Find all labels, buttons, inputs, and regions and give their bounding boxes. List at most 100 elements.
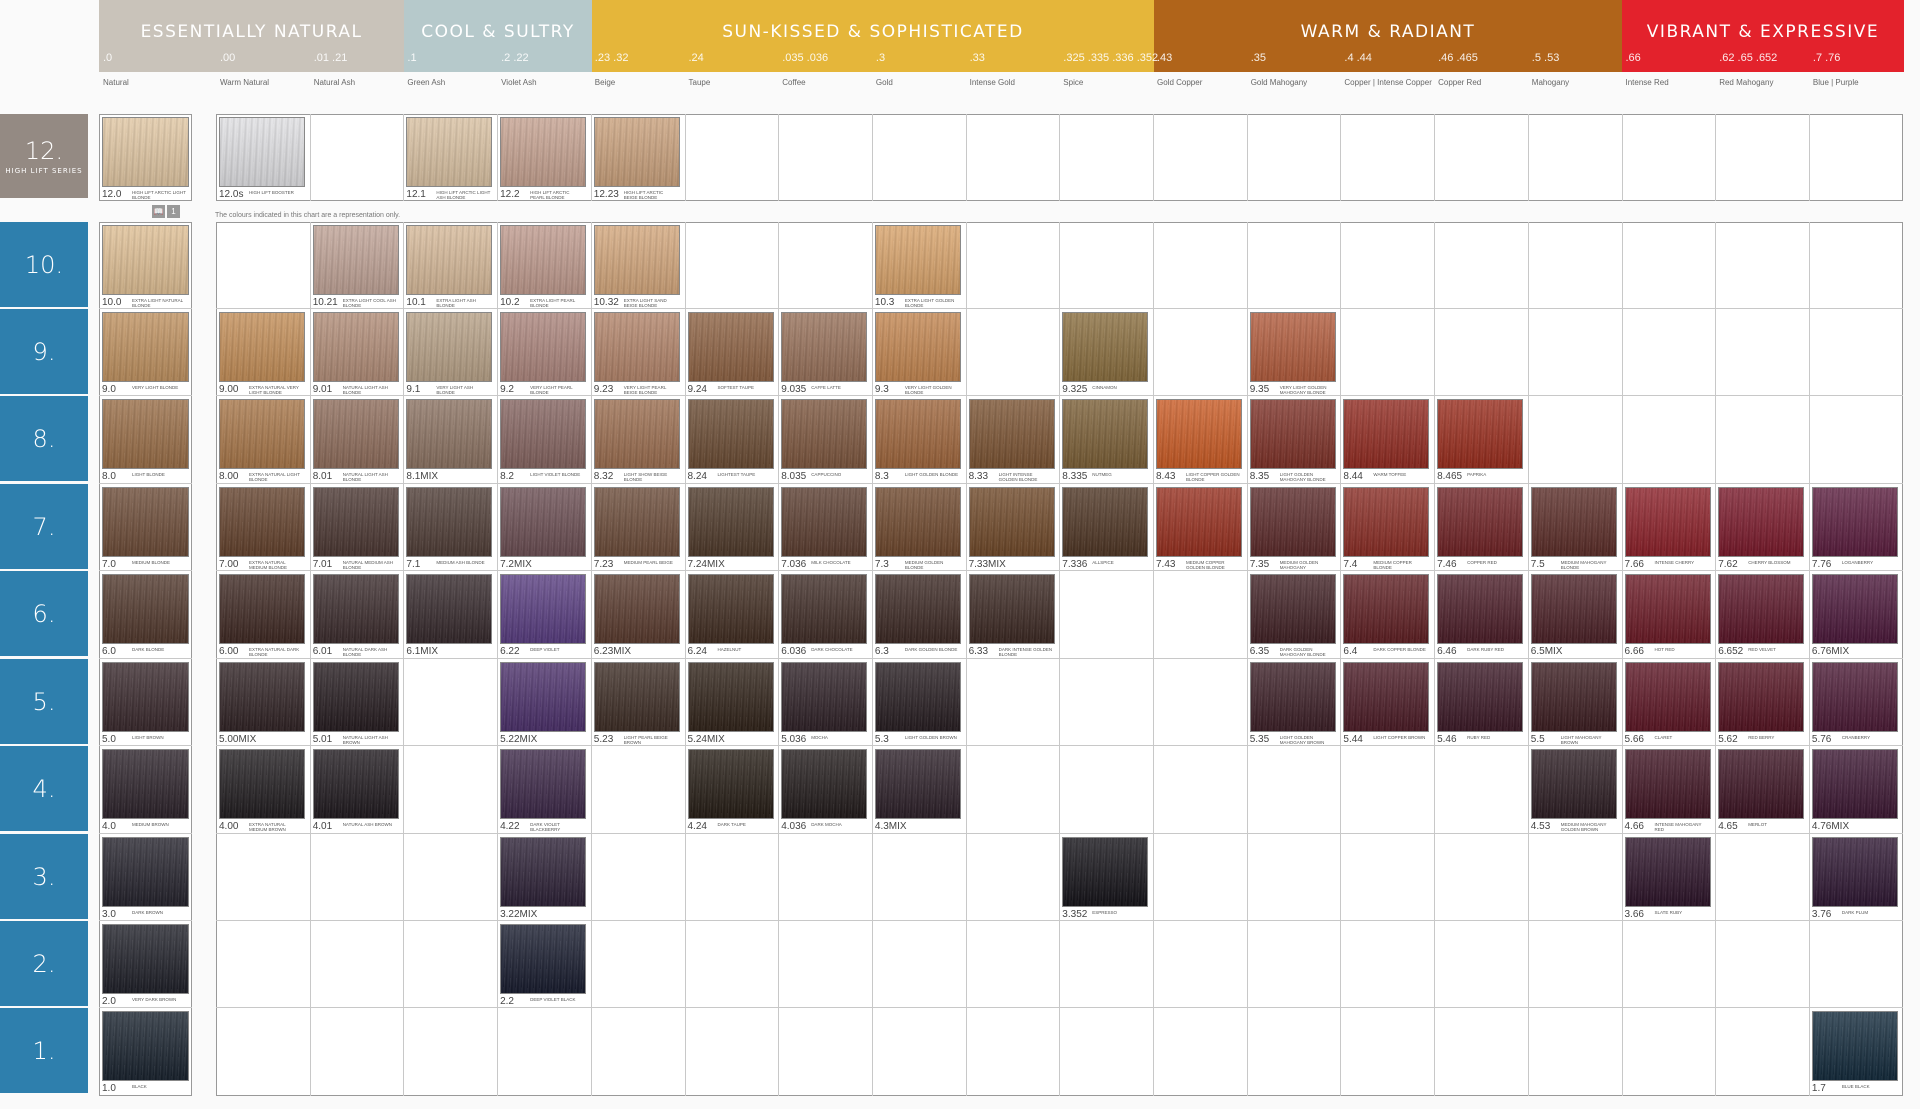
shade-swatch[interactable] <box>1718 749 1805 819</box>
shade-swatch[interactable] <box>312 312 399 382</box>
shade-swatch[interactable] <box>1062 312 1149 382</box>
shade-swatch[interactable] <box>102 487 189 557</box>
shade-swatch[interactable] <box>1343 399 1430 469</box>
shade-swatch[interactable] <box>593 312 680 382</box>
shade-swatch[interactable] <box>102 924 189 994</box>
shade-swatch[interactable] <box>781 399 868 469</box>
shade-swatch[interactable] <box>500 312 587 382</box>
shade-swatch[interactable] <box>781 487 868 557</box>
shade-swatch[interactable] <box>102 1011 189 1081</box>
shade-swatch[interactable] <box>1062 487 1149 557</box>
shade-swatch[interactable] <box>1062 837 1149 907</box>
shade-swatch[interactable] <box>406 399 493 469</box>
shade-swatch[interactable] <box>500 399 587 469</box>
shade-swatch[interactable] <box>1437 399 1524 469</box>
shade-swatch[interactable] <box>102 225 189 295</box>
shade-swatch[interactable] <box>1624 574 1711 644</box>
shade-swatch[interactable] <box>1249 574 1336 644</box>
shade-swatch[interactable] <box>874 312 961 382</box>
shade-swatch[interactable] <box>968 487 1055 557</box>
shade-swatch[interactable] <box>1156 487 1242 557</box>
shade-swatch[interactable] <box>1530 487 1617 557</box>
shade-swatch[interactable] <box>1437 662 1524 732</box>
shade-swatch[interactable] <box>968 399 1055 469</box>
shade-swatch[interactable] <box>406 117 493 187</box>
shade-swatch[interactable] <box>1249 399 1336 469</box>
shade-swatch[interactable] <box>312 225 399 295</box>
shade-swatch[interactable] <box>102 662 189 732</box>
shade-swatch[interactable] <box>1624 837 1711 907</box>
shade-swatch[interactable] <box>968 574 1055 644</box>
shade-swatch[interactable] <box>1811 749 1898 819</box>
shade-swatch[interactable] <box>593 225 680 295</box>
shade-swatch[interactable] <box>219 749 305 819</box>
shade-swatch[interactable] <box>219 487 305 557</box>
shade-swatch[interactable] <box>406 312 493 382</box>
shade-swatch[interactable] <box>687 487 774 557</box>
shade-swatch[interactable] <box>781 312 868 382</box>
shade-swatch[interactable] <box>219 312 305 382</box>
shade-swatch[interactable] <box>500 574 587 644</box>
shade-swatch[interactable] <box>1343 574 1430 644</box>
shade-swatch[interactable] <box>593 399 680 469</box>
shade-swatch[interactable] <box>593 117 680 187</box>
shade-swatch[interactable] <box>1624 487 1711 557</box>
shade-swatch[interactable] <box>1249 662 1336 732</box>
shade-swatch[interactable] <box>1530 662 1617 732</box>
shade-swatch[interactable] <box>312 399 399 469</box>
shade-swatch[interactable] <box>312 662 399 732</box>
shade-swatch[interactable] <box>874 662 961 732</box>
shade-swatch[interactable] <box>874 749 961 819</box>
shade-swatch[interactable] <box>593 662 680 732</box>
shade-swatch[interactable] <box>102 749 189 819</box>
shade-swatch[interactable] <box>687 574 774 644</box>
shade-swatch[interactable] <box>781 574 868 644</box>
shade-swatch[interactable] <box>102 837 189 907</box>
shade-swatch[interactable] <box>1062 399 1149 469</box>
shade-swatch[interactable] <box>312 487 399 557</box>
shade-swatch[interactable] <box>219 574 305 644</box>
shade-swatch[interactable] <box>500 924 587 994</box>
shade-swatch[interactable] <box>874 225 961 295</box>
shade-swatch[interactable] <box>1343 662 1430 732</box>
shade-swatch[interactable] <box>874 399 961 469</box>
shade-swatch[interactable] <box>1624 662 1711 732</box>
shade-swatch[interactable] <box>1811 574 1898 644</box>
shade-swatch[interactable] <box>687 749 774 819</box>
shade-swatch[interactable] <box>687 662 774 732</box>
shade-swatch[interactable] <box>102 117 189 187</box>
shade-swatch[interactable] <box>406 487 493 557</box>
shade-swatch[interactable] <box>102 574 189 644</box>
shade-swatch[interactable] <box>1530 749 1617 819</box>
shade-swatch[interactable] <box>500 837 587 907</box>
shade-swatch[interactable] <box>1718 574 1805 644</box>
shade-swatch[interactable] <box>102 399 189 469</box>
shade-swatch[interactable] <box>219 662 305 732</box>
shade-swatch[interactable] <box>312 749 399 819</box>
shade-swatch[interactable] <box>593 487 680 557</box>
shade-swatch[interactable] <box>1718 487 1805 557</box>
shade-swatch[interactable] <box>781 662 868 732</box>
shade-swatch[interactable] <box>874 487 961 557</box>
shade-swatch[interactable] <box>687 399 774 469</box>
shade-swatch[interactable] <box>102 312 189 382</box>
shade-swatch[interactable] <box>1811 837 1898 907</box>
shade-swatch[interactable] <box>1811 662 1898 732</box>
shade-swatch[interactable] <box>687 312 774 382</box>
shade-swatch[interactable] <box>500 749 587 819</box>
shade-swatch[interactable] <box>1811 487 1898 557</box>
shade-swatch[interactable] <box>1156 399 1242 469</box>
shade-swatch[interactable] <box>1343 487 1430 557</box>
shade-swatch[interactable] <box>500 662 587 732</box>
shade-swatch[interactable] <box>312 574 399 644</box>
shade-swatch[interactable] <box>500 225 587 295</box>
shade-swatch[interactable] <box>219 399 305 469</box>
shade-swatch[interactable] <box>1811 1011 1898 1081</box>
shade-swatch[interactable] <box>1624 749 1711 819</box>
shade-swatch[interactable] <box>1249 487 1336 557</box>
shade-swatch[interactable] <box>1718 662 1805 732</box>
shade-swatch[interactable] <box>1437 487 1524 557</box>
shade-swatch[interactable] <box>500 487 587 557</box>
shade-swatch[interactable] <box>1530 574 1617 644</box>
shade-swatch[interactable] <box>874 574 961 644</box>
